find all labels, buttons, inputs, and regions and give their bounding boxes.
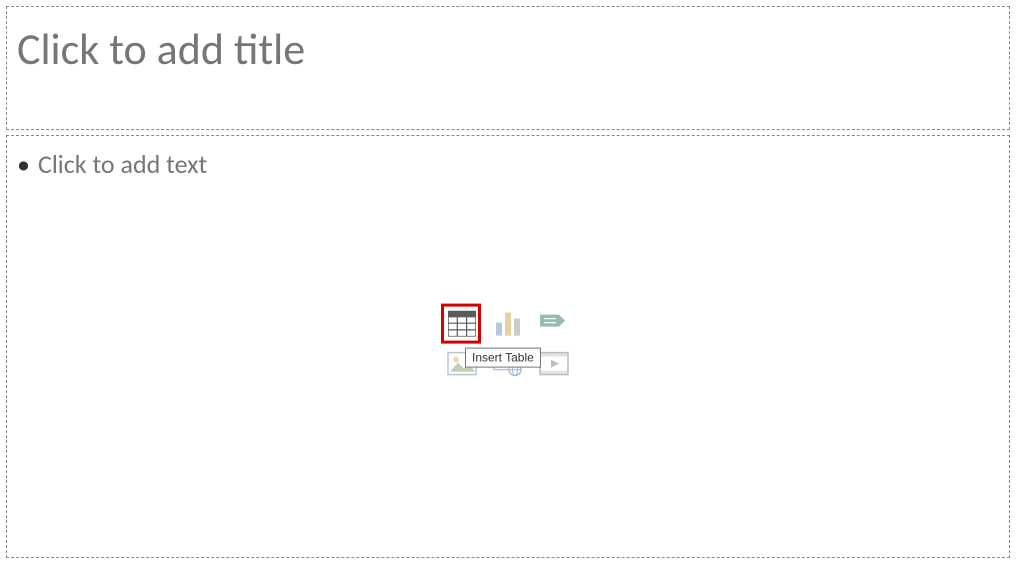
video-icon [539, 351, 569, 375]
table-icon [448, 310, 476, 336]
insert-row-1: Insert Table [447, 309, 569, 337]
insert-video-button[interactable] [539, 349, 569, 377]
content-bullet-line: • Click to add text [17, 148, 999, 182]
bullet-icon: • [17, 148, 30, 182]
content-insert-icons: Insert Table [447, 309, 569, 377]
content-placeholder-text: Click to add text [38, 148, 207, 182]
chart-icon [495, 310, 521, 336]
content-placeholder[interactable]: • Click to add text Insert Table [6, 135, 1010, 558]
title-placeholder[interactable]: Click to add title [6, 6, 1010, 130]
insert-table-tooltip: Insert Table [465, 347, 541, 367]
smartart-icon [539, 311, 569, 335]
insert-chart-button[interactable] [493, 309, 523, 337]
title-placeholder-text: Click to add title [17, 25, 999, 73]
insert-table-button[interactable]: Insert Table [447, 309, 477, 337]
insert-smartart-button[interactable] [539, 309, 569, 337]
